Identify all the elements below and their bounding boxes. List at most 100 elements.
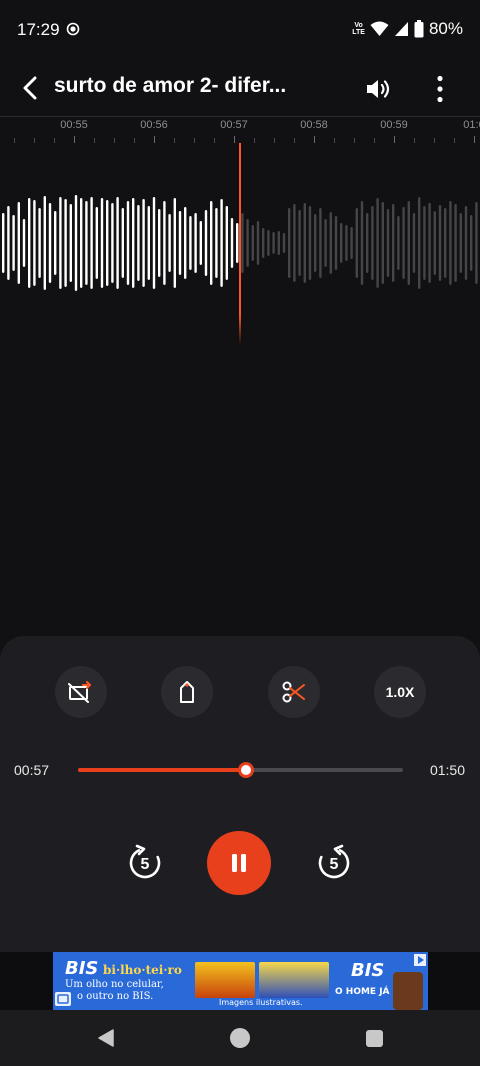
waveform-bar (449, 201, 452, 285)
wifi-icon (370, 21, 389, 36)
waveform-bar (178, 211, 182, 275)
pause-button[interactable] (207, 831, 271, 895)
ruler-tick (474, 136, 475, 143)
waveform-bar (340, 223, 343, 263)
waveform-bar (288, 208, 291, 278)
waveform-bar (282, 233, 286, 253)
ad-banner[interactable]: BIS bi·lho·tei·ro Um olho no celular, o … (53, 952, 428, 1010)
waveform-bar (438, 205, 442, 281)
more-vert-icon (437, 75, 443, 103)
waveform-bar (95, 207, 98, 279)
ruler-tick (354, 138, 355, 143)
ad-line2: o outro no BIS. (77, 991, 154, 1002)
waveform-bar (418, 197, 421, 289)
ad-area: BIS bi·lho·tei·ro Um olho no celular, o … (0, 952, 480, 1010)
waveform-bar (329, 212, 332, 274)
waveform-bar (106, 200, 109, 286)
trim-button[interactable] (268, 666, 320, 718)
waveform-bar (256, 221, 260, 265)
waveform-bar (147, 206, 150, 280)
seek-thumb[interactable] (238, 762, 255, 778)
ruler-tick (234, 136, 235, 143)
waveform-bar (7, 206, 10, 280)
adchoices-icon[interactable] (414, 954, 426, 966)
waveform-bar (459, 213, 462, 273)
waveform-bar (376, 198, 379, 288)
nav-home-icon[interactable] (230, 1028, 250, 1048)
waveform-bar (199, 221, 202, 265)
forward-seconds: 5 (330, 856, 339, 873)
forward-5-icon: 5 (318, 844, 350, 879)
waveform-bar (314, 214, 317, 272)
waveform-bar (54, 211, 57, 275)
ruler-tick (134, 138, 135, 143)
waveform-bar (168, 214, 171, 272)
current-time: 00:57 (14, 762, 50, 778)
ruler-label: 00:55 (60, 119, 88, 131)
ad-product-image (195, 962, 255, 998)
waveform-bar (241, 213, 244, 273)
battery-icon (414, 20, 424, 38)
waveform-bar (116, 197, 119, 289)
ruler-tick (454, 138, 455, 143)
volte-badge-top: Vo (354, 22, 363, 29)
waveform-bar (2, 213, 5, 273)
ad-brand-logo: BIS (65, 958, 99, 979)
system-nav-bar (0, 1010, 480, 1066)
app-bar: surto de amor 2- difer... (0, 60, 480, 116)
rewind-5-button[interactable]: 5 (122, 839, 168, 885)
waveform-bar (262, 228, 265, 258)
ad-brand-logo-right: BIS (351, 960, 385, 981)
ruler-tick (254, 138, 255, 143)
ad-headline: bi·lho·tei·ro (103, 963, 182, 977)
ruler-tick (374, 138, 375, 143)
waveform-bar (470, 215, 473, 271)
waveform-bar (90, 197, 93, 289)
waveform-bar (12, 215, 15, 271)
waveform-bar (475, 202, 478, 284)
waveform-bar (33, 200, 36, 286)
playhead[interactable] (239, 143, 241, 345)
bookmark-icon (180, 681, 194, 703)
waveform-bar (189, 216, 192, 270)
waveform-bar (85, 201, 88, 285)
ad-info-icon[interactable] (55, 992, 71, 1006)
waveform-bar (334, 216, 338, 270)
waveform-bar (454, 204, 457, 282)
waveform-bar (392, 204, 395, 282)
back-button[interactable] (10, 68, 50, 108)
screen-record-icon (66, 22, 80, 36)
waveform-bar (381, 202, 384, 284)
waveform-bar (59, 197, 62, 289)
ruler-tick (54, 138, 55, 143)
waveform-bar (225, 206, 228, 280)
skip-silence-button[interactable] (55, 666, 107, 718)
ruler-tick (314, 136, 315, 143)
waveform-bar (360, 201, 364, 285)
speed-label: 1.0X (385, 684, 415, 700)
playback-speed-button[interactable]: 1.0X (374, 666, 426, 718)
waveform-bar (163, 201, 166, 285)
volume-button[interactable] (358, 68, 400, 110)
seek-bar[interactable] (78, 762, 403, 778)
more-options-button[interactable] (420, 68, 460, 110)
waveform-bar (142, 199, 145, 287)
status-icons: Vo LTE 80% (352, 18, 463, 40)
nav-recents-icon[interactable] (366, 1030, 383, 1047)
ruler-tick (154, 136, 155, 143)
ruler-tick (434, 138, 435, 143)
bookmark-button[interactable] (161, 666, 213, 718)
waveform-bar (345, 225, 348, 261)
waveform-bar (126, 201, 130, 285)
waveform-bar (230, 218, 234, 268)
waveform-bar (246, 219, 249, 267)
waveform-bar (412, 213, 416, 273)
waveform-bar (251, 225, 254, 261)
waveform-bar (210, 201, 213, 285)
nav-back-icon[interactable] (96, 1028, 116, 1048)
waveform-bar (267, 230, 270, 256)
waveform-bar (43, 196, 46, 290)
waveform-bar (433, 211, 436, 275)
forward-5-button[interactable]: 5 (311, 839, 357, 885)
ruler-tick (14, 138, 15, 143)
